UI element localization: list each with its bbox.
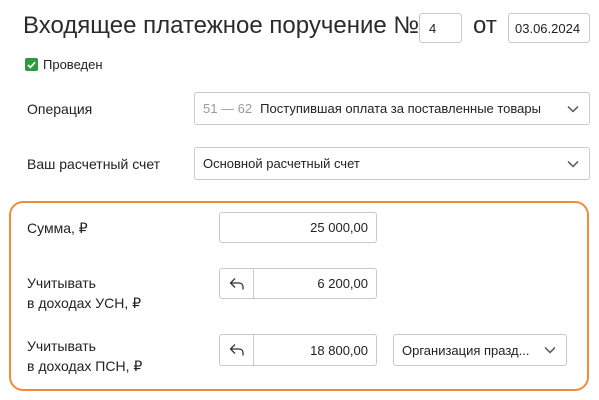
chevron-down-icon bbox=[567, 105, 579, 113]
operation-code: 51 — 62 bbox=[203, 101, 253, 116]
page-title: Входящее платежное поручение № bbox=[23, 12, 420, 39]
document-number-input[interactable] bbox=[419, 13, 462, 43]
undo-arrow-icon bbox=[229, 277, 244, 289]
usn-label-line2: в доходах УСН, ₽ bbox=[27, 295, 142, 311]
sum-value: 25 000,00 bbox=[310, 220, 368, 235]
sum-label: Сумма, ₽ bbox=[27, 220, 88, 236]
psn-amount-input[interactable]: 18 800,00 bbox=[254, 334, 377, 366]
undo-arrow-icon bbox=[229, 344, 244, 356]
account-value: Основной расчетный счет bbox=[203, 156, 360, 171]
operation-value: Поступившая оплата за поставленные товар… bbox=[260, 101, 541, 116]
account-label: Ваш расчетный счет bbox=[27, 156, 161, 172]
psn-value: 18 800,00 bbox=[310, 342, 368, 358]
posted-label: Проведен bbox=[43, 57, 103, 72]
usn-label: Учитывать в доходах УСН, ₽ bbox=[27, 273, 141, 313]
account-select[interactable]: Основной расчетный счет bbox=[194, 147, 590, 180]
psn-label-line2: в доходах ПСН, ₽ bbox=[27, 358, 143, 374]
psn-activity-value: Организация празд... bbox=[402, 342, 530, 358]
document-date-input[interactable] bbox=[508, 13, 590, 43]
posted-checkbox[interactable] bbox=[25, 58, 38, 71]
usn-value: 6 200,00 bbox=[317, 276, 368, 291]
chevron-down-icon bbox=[567, 160, 579, 168]
operation-select[interactable]: 51 — 62 Поступившая оплата за поставленн… bbox=[194, 92, 590, 125]
chevron-down-icon bbox=[544, 346, 556, 354]
checkmark-icon bbox=[27, 61, 36, 69]
psn-label: Учитывать в доходах ПСН, ₽ bbox=[27, 336, 142, 376]
psn-label-line1: Учитывать bbox=[27, 338, 96, 354]
usn-amount-input[interactable]: 6 200,00 bbox=[254, 268, 377, 299]
psn-activity-select[interactable]: Организация празд... bbox=[393, 334, 567, 366]
usn-label-line1: Учитывать bbox=[27, 275, 96, 291]
operation-label: Операция bbox=[27, 101, 93, 117]
sum-input[interactable]: 25 000,00 bbox=[219, 212, 377, 243]
date-from-label: от bbox=[473, 12, 497, 39]
psn-reset-button[interactable] bbox=[219, 334, 254, 366]
usn-reset-button[interactable] bbox=[219, 268, 254, 299]
